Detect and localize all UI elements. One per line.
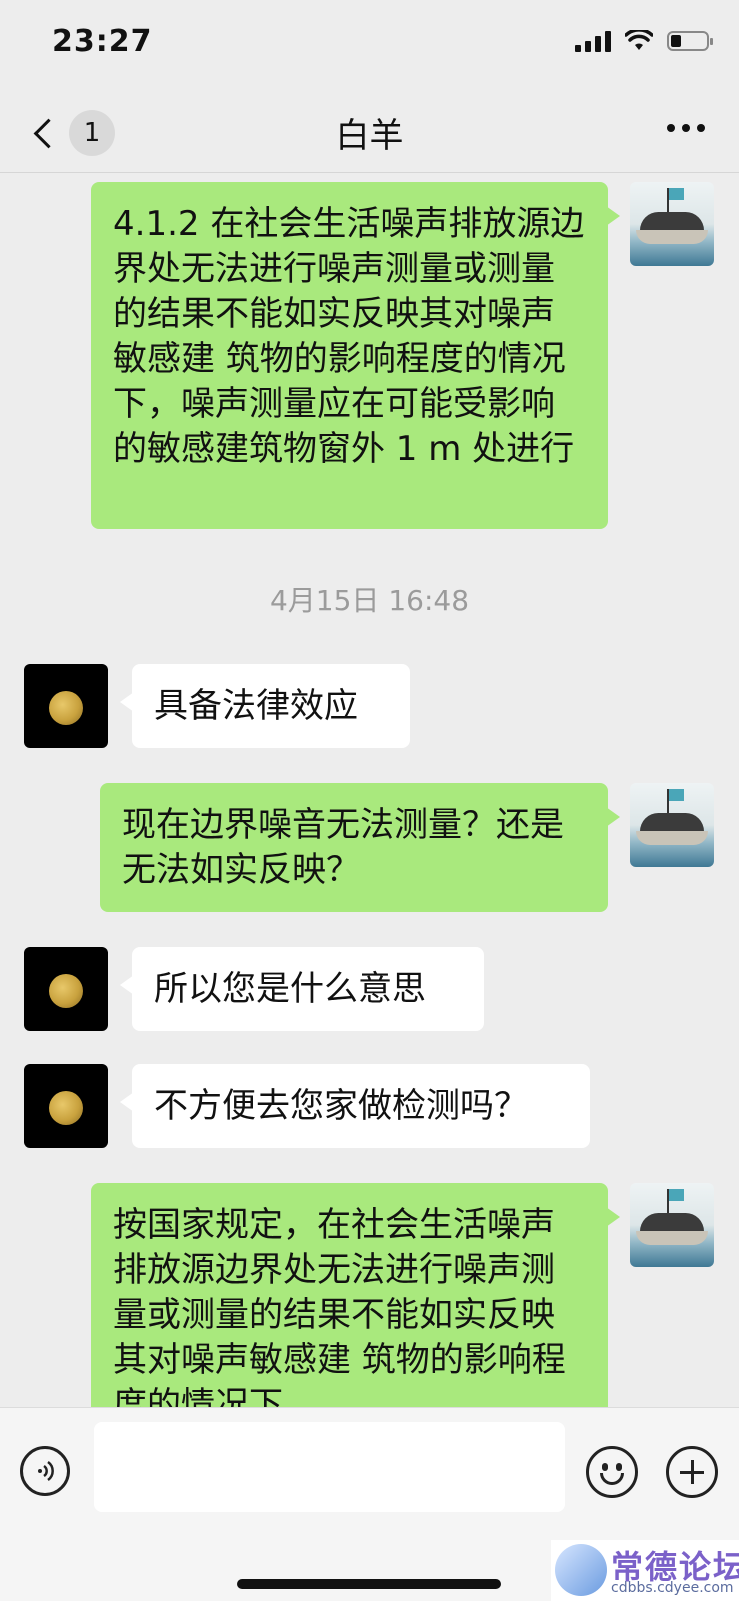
battery-icon [667,31,713,51]
message-bubble[interactable]: 不方便去您家做检测吗？ [120,1064,590,1148]
voice-wave-icon [38,1460,54,1482]
more-dots-icon[interactable] [667,124,705,132]
status-time: 23:27 [52,24,153,59]
message-list[interactable]: 4.1.2 在社会生活噪声排放源边界处无法进行噪声测量或测量的结果不能如实反映其… [0,173,739,1407]
watermark-url: cdbbs.cdyee.com [611,1580,734,1596]
chat-header: 1 白羊 [0,90,739,173]
chat-title: 白羊 [335,116,404,156]
plus-icon[interactable] [666,1446,718,1498]
site-watermark: 常德论坛 cdbbs.cdyee.com [551,1540,739,1601]
contact-avatar[interactable] [24,947,108,1031]
voice-icon[interactable] [20,1446,70,1496]
message-bubble[interactable]: 现在边界噪音无法测量？还是无法如实反映？ [100,783,620,912]
watermark-logo-icon [555,1544,607,1596]
message-bubble[interactable]: 具备法律效应 [120,664,410,748]
my-avatar[interactable] [630,1183,714,1267]
emoji-icon[interactable] [586,1446,638,1498]
message-input[interactable] [94,1422,565,1512]
message-bubble[interactable]: 4.1.2 在社会生活噪声排放源边界处无法进行噪声测量或测量的结果不能如实反映其… [91,182,620,529]
message-bubble[interactable]: 按国家规定，在社会生活噪声排放源边界处无法进行噪声测量或测量的结果不能如实反映其… [91,1183,620,1407]
contact-avatar[interactable] [24,1064,108,1148]
contact-avatar[interactable] [24,664,108,748]
message-timestamp: 4月15日 16:48 [269,584,470,617]
input-bar: 常德论坛 cdbbs.cdyee.com [0,1407,739,1601]
message-bubble[interactable]: 所以您是什么意思 [120,947,484,1031]
cellular-signal-icon [575,30,611,52]
home-indicator [237,1579,501,1589]
status-icons [575,30,713,52]
status-bar: 23:27 [0,0,739,90]
battery-fill [671,35,682,47]
my-avatar[interactable] [630,182,714,266]
my-avatar[interactable] [630,783,714,867]
wifi-icon [625,30,653,50]
